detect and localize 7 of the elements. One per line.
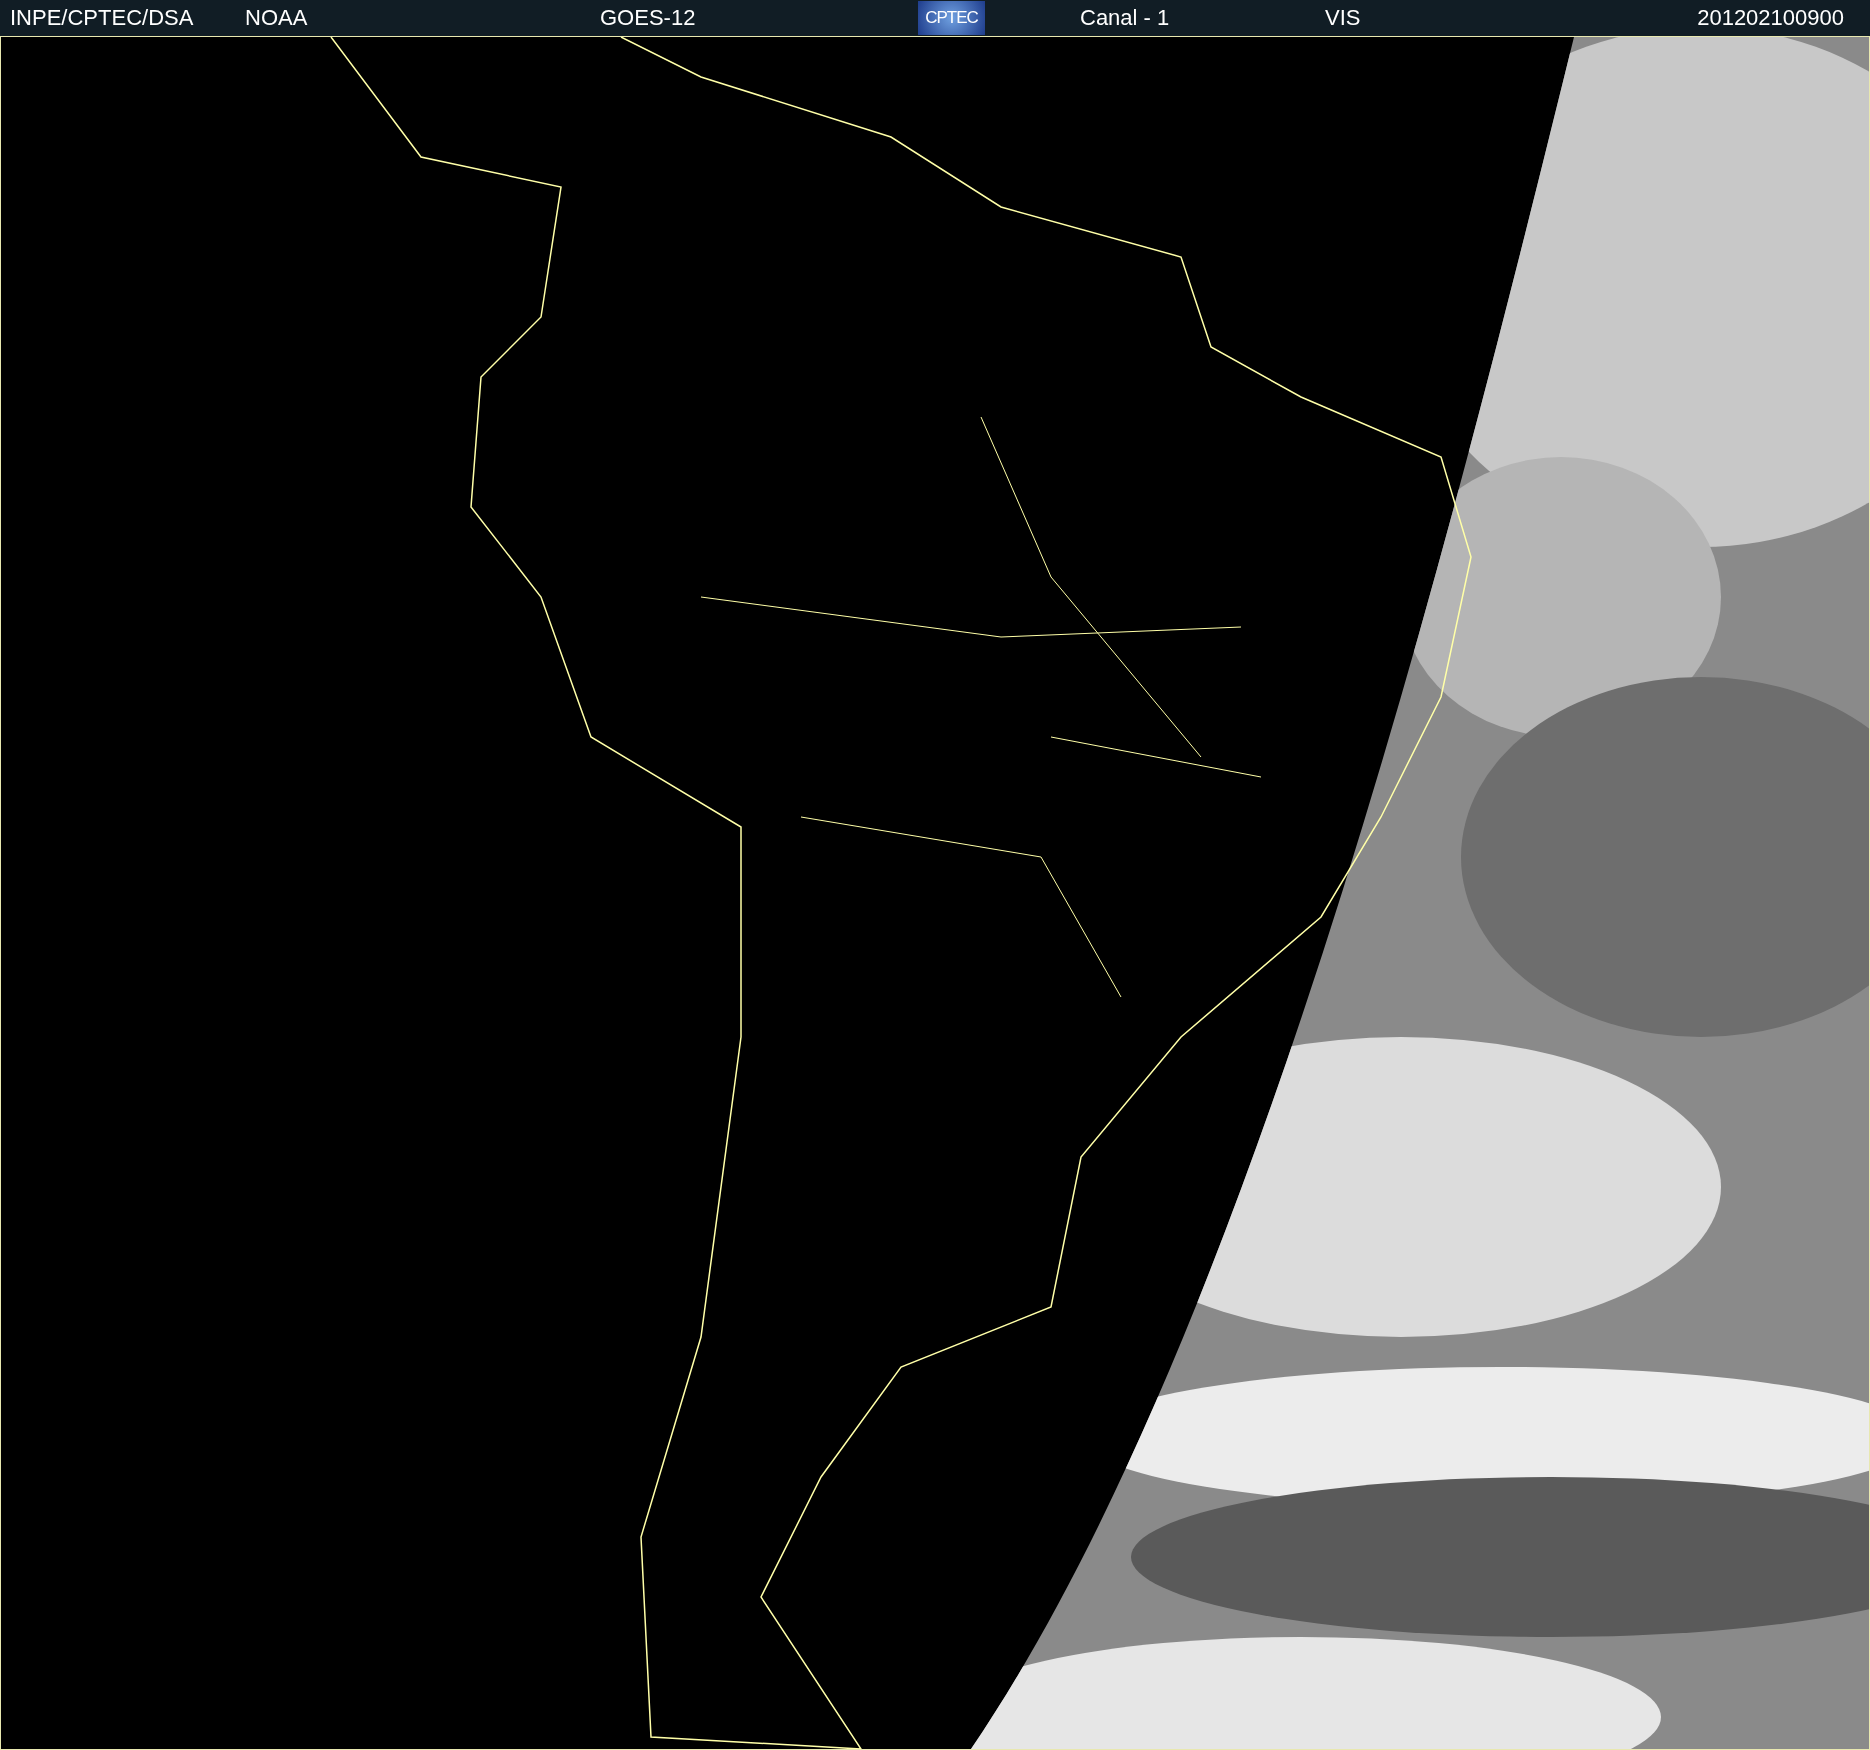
- source-label: NOAA: [245, 5, 309, 31]
- timestamp-label: 201202100900: [1697, 5, 1844, 31]
- band-label: VIS: [1325, 5, 1361, 31]
- satellite-label: GOES-12: [600, 5, 697, 31]
- agency-label: INPE/CPTEC/DSA: [10, 5, 195, 31]
- channel-label: Canal - 1: [1080, 5, 1171, 31]
- cptec-logo: CPTEC: [918, 1, 985, 35]
